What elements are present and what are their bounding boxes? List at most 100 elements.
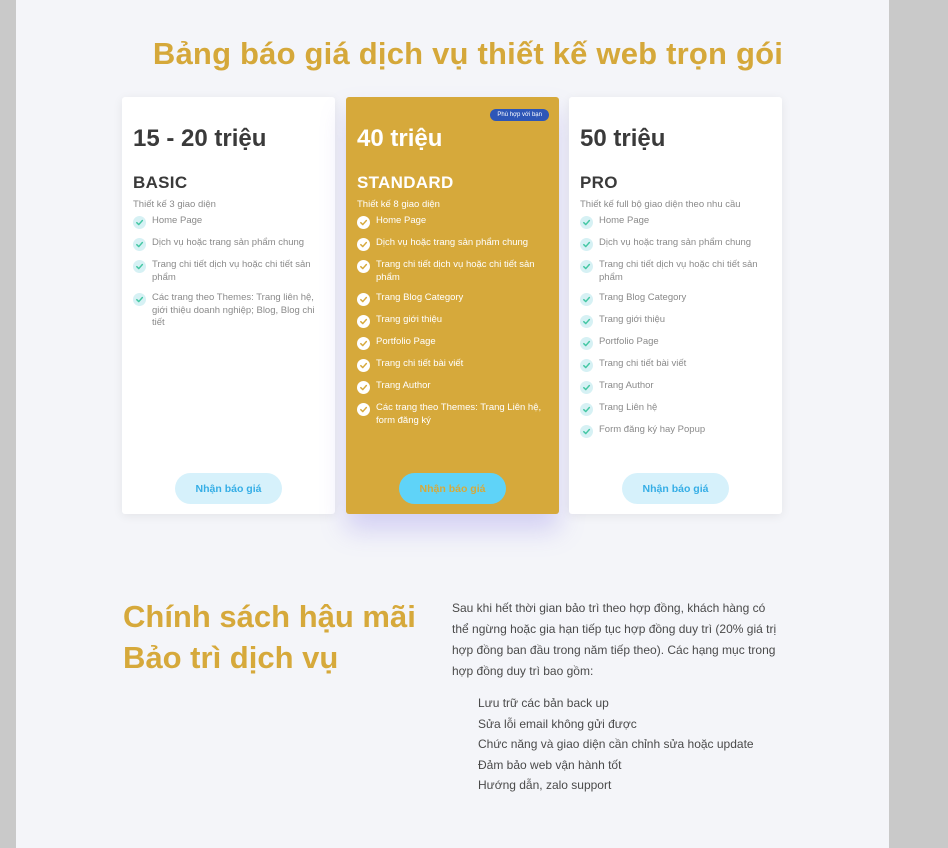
feature-item: Trang Author [357, 380, 552, 394]
feature-item: Trang chi tiết bài viết [357, 358, 552, 372]
feature-text: Portfolio Page [599, 336, 659, 347]
feature-item: Các trang theo Themes: Trang liên hệ, gi… [133, 292, 328, 330]
check-icon [133, 216, 146, 229]
check-icon [357, 293, 370, 306]
check-icon [580, 293, 593, 306]
policy-item: Sửa lỗi email không gửi được [478, 716, 637, 731]
plan-name: BASIC [133, 173, 188, 192]
feature-text: Trang chi tiết dịch vụ hoặc chi tiết sản… [376, 259, 535, 283]
feature-item: Trang chi tiết dịch vụ hoặc chi tiết sản… [133, 259, 328, 284]
feature-text: Home Page [376, 215, 427, 226]
feature-text: Trang Author [599, 380, 654, 391]
check-icon [357, 359, 370, 372]
feature-item: Trang Author [580, 380, 775, 394]
check-icon [133, 238, 146, 251]
feature-item: Trang chi tiết dịch vụ hoặc chi tiết sản… [357, 259, 552, 284]
feature-item: Trang giới thiệu [357, 314, 552, 328]
plan-price: 50 triệu [580, 125, 666, 152]
plan-card-standard: Phù hợp với bạn 40 triệu STANDARD Thiết … [346, 97, 559, 514]
feature-text: Trang Author [376, 380, 431, 391]
check-icon [580, 238, 593, 251]
feature-text: Trang chi tiết bài viết [376, 358, 464, 369]
recommended-badge: Phù hợp với bạn [490, 109, 549, 121]
feature-text: Portfolio Page [376, 336, 436, 347]
feature-item: Trang giới thiệu [580, 314, 775, 328]
feature-item: Form đăng ký hay Popup [580, 424, 775, 438]
plan-name: PRO [580, 173, 618, 192]
plan-description: Thiết kế full bộ giao diện theo nhu cầu [580, 199, 741, 210]
policy-item: Đảm bảo web vận hành tốt [478, 757, 622, 772]
check-icon [357, 337, 370, 350]
plan-card-basic: 15 - 20 triệu BASIC Thiết kế 3 giao diện… [122, 97, 335, 514]
check-icon [580, 315, 593, 328]
check-icon [357, 260, 370, 273]
feature-item: Trang Liên hệ [580, 402, 775, 416]
feature-text: Dịch vụ hoặc trang sản phẩm chung [152, 237, 305, 248]
plan-description: Thiết kế 3 giao diện [133, 199, 216, 210]
feature-item: Portfolio Page [580, 336, 775, 350]
feature-item: Dịch vụ hoặc trang sản phẩm chung [357, 237, 552, 251]
feature-item: Trang Blog Category [580, 292, 775, 306]
feature-item: Trang chi tiết dịch vụ hoặc chi tiết sản… [580, 259, 775, 284]
check-icon [580, 260, 593, 273]
check-icon [580, 337, 593, 350]
feature-item: Home Page [133, 215, 328, 229]
check-icon [357, 238, 370, 251]
feature-list: Home Page Dịch vụ hoặc trang sản phẩm chu… [580, 215, 775, 446]
check-icon [357, 403, 370, 416]
page-content: Bảng báo giá dịch vụ thiết kế web trọn g… [16, 0, 889, 848]
policy-item: Chức năng và giao diện cần chỉnh sửa hoặ… [478, 737, 754, 752]
get-quote-button[interactable]: Nhận báo giá [399, 473, 506, 504]
feature-text: Trang Liên hệ [599, 402, 658, 413]
feature-text: Các trang theo Themes: Trang liên hệ, gi… [152, 292, 315, 328]
check-icon [133, 293, 146, 306]
get-quote-button[interactable]: Nhận báo giá [622, 473, 729, 504]
feature-text: Trang chi tiết dịch vụ hoặc chi tiết sản… [152, 259, 311, 283]
policy-intro: Sau khi hết thời gian bảo trì theo hợp đ… [452, 601, 777, 678]
feature-text: Home Page [599, 215, 650, 226]
check-icon [580, 216, 593, 229]
pricing-title: Bảng báo giá dịch vụ thiết kế web trọn g… [152, 36, 784, 71]
feature-text: Trang giới thiệu [599, 314, 666, 325]
feature-item: Các trang theo Themes: Trang Liên hệ, fo… [357, 402, 552, 427]
feature-item: Dịch vụ hoặc trang sản phẩm chung [580, 237, 775, 251]
check-icon [580, 425, 593, 438]
feature-text: Trang chi tiết dịch vụ hoặc chi tiết sản… [599, 259, 758, 283]
feature-item: Trang Blog Category [357, 292, 552, 306]
feature-item: Portfolio Page [357, 336, 552, 350]
policy-title: Chính sách hậu mãi Bảo trì dịch vụ [123, 596, 443, 678]
feature-list: Home Page Dịch vụ hoặc trang sản phẩm chu… [133, 215, 328, 338]
get-quote-button[interactable]: Nhận báo giá [175, 473, 282, 504]
feature-text: Home Page [152, 215, 203, 226]
policy-item: Lưu trữ các bản back up [478, 696, 609, 710]
plan-price: 40 triệu [357, 125, 443, 152]
feature-text: Dịch vụ hoặc trang sản phẩm chung [599, 237, 752, 248]
feature-text: Dịch vụ hoặc trang sản phẩm chung [376, 237, 529, 248]
feature-item: Home Page [357, 215, 552, 229]
feature-text: Form đăng ký hay Popup [599, 424, 706, 435]
plan-price: 15 - 20 triệu [133, 125, 267, 152]
check-icon [357, 381, 370, 394]
plan-name: STANDARD [357, 173, 454, 192]
feature-text: Trang giới thiệu [376, 314, 443, 325]
check-icon [580, 403, 593, 416]
check-icon [133, 260, 146, 273]
feature-text: Trang chi tiết bài viết [599, 358, 687, 369]
check-icon [580, 359, 593, 372]
plan-card-pro: 50 triệu PRO Thiết kế full bộ giao diện … [569, 97, 782, 514]
feature-list: Home Page Dịch vụ hoặc trang sản phẩm chu… [357, 215, 552, 435]
check-icon [357, 216, 370, 229]
feature-item: Home Page [580, 215, 775, 229]
check-icon [580, 381, 593, 394]
feature-text: Trang Blog Category [376, 292, 464, 303]
plan-description: Thiết kế 8 giao diện [357, 199, 440, 210]
policy-item: Hướng dẫn, zalo support [478, 778, 612, 793]
feature-item: Dịch vụ hoặc trang sản phẩm chung [133, 237, 328, 251]
check-icon [357, 315, 370, 328]
policy-title-line: Bảo trì dịch vụ [123, 640, 339, 675]
policy-list: Lưu trữ các bản back up Sửa lỗi email khô… [478, 693, 754, 796]
feature-text: Trang Blog Category [599, 292, 687, 303]
feature-text: Các trang theo Themes: Trang Liên hệ, fo… [376, 402, 542, 426]
policy-title-line: Chính sách hậu mãi [123, 599, 416, 634]
feature-item: Trang chi tiết bài viết [580, 358, 775, 372]
